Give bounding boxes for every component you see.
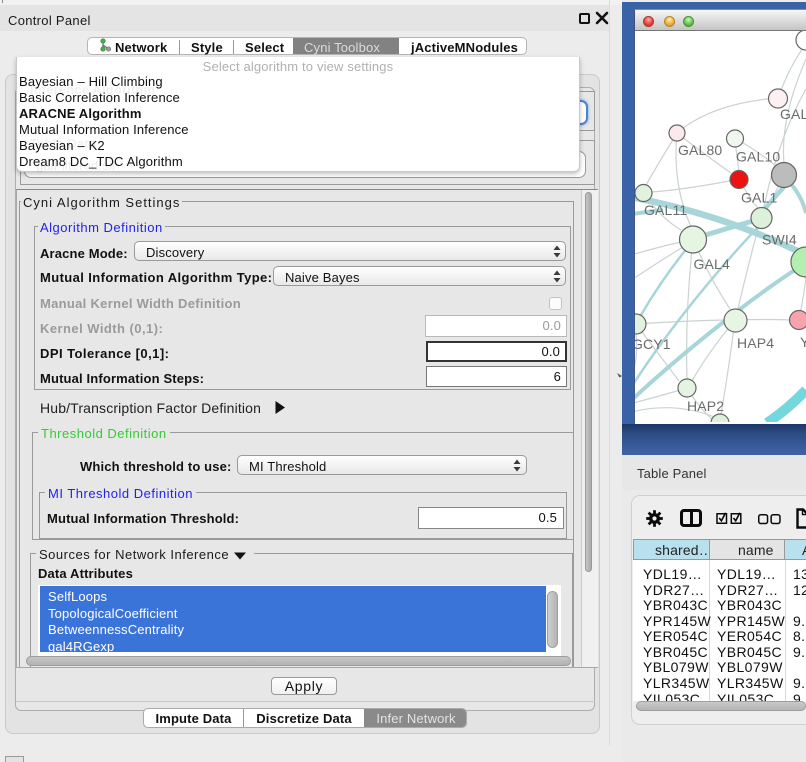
svg-text:HAP2: HAP2 xyxy=(687,398,724,414)
svg-text:SWI4: SWI4 xyxy=(762,232,797,248)
svg-text:GAL80: GAL80 xyxy=(678,142,722,158)
svg-text:GAL2: GAL2 xyxy=(780,106,806,122)
svg-text:GAL11: GAL11 xyxy=(644,202,687,218)
svg-text:Y: Y xyxy=(800,334,806,350)
svg-text:GAL10: GAL10 xyxy=(736,149,780,165)
svg-text:GCY1: GCY1 xyxy=(635,336,671,352)
svg-text:GAL4: GAL4 xyxy=(694,256,730,272)
svg-text:GAL1: GAL1 xyxy=(741,190,777,206)
svg-text:HAP4: HAP4 xyxy=(737,335,774,351)
